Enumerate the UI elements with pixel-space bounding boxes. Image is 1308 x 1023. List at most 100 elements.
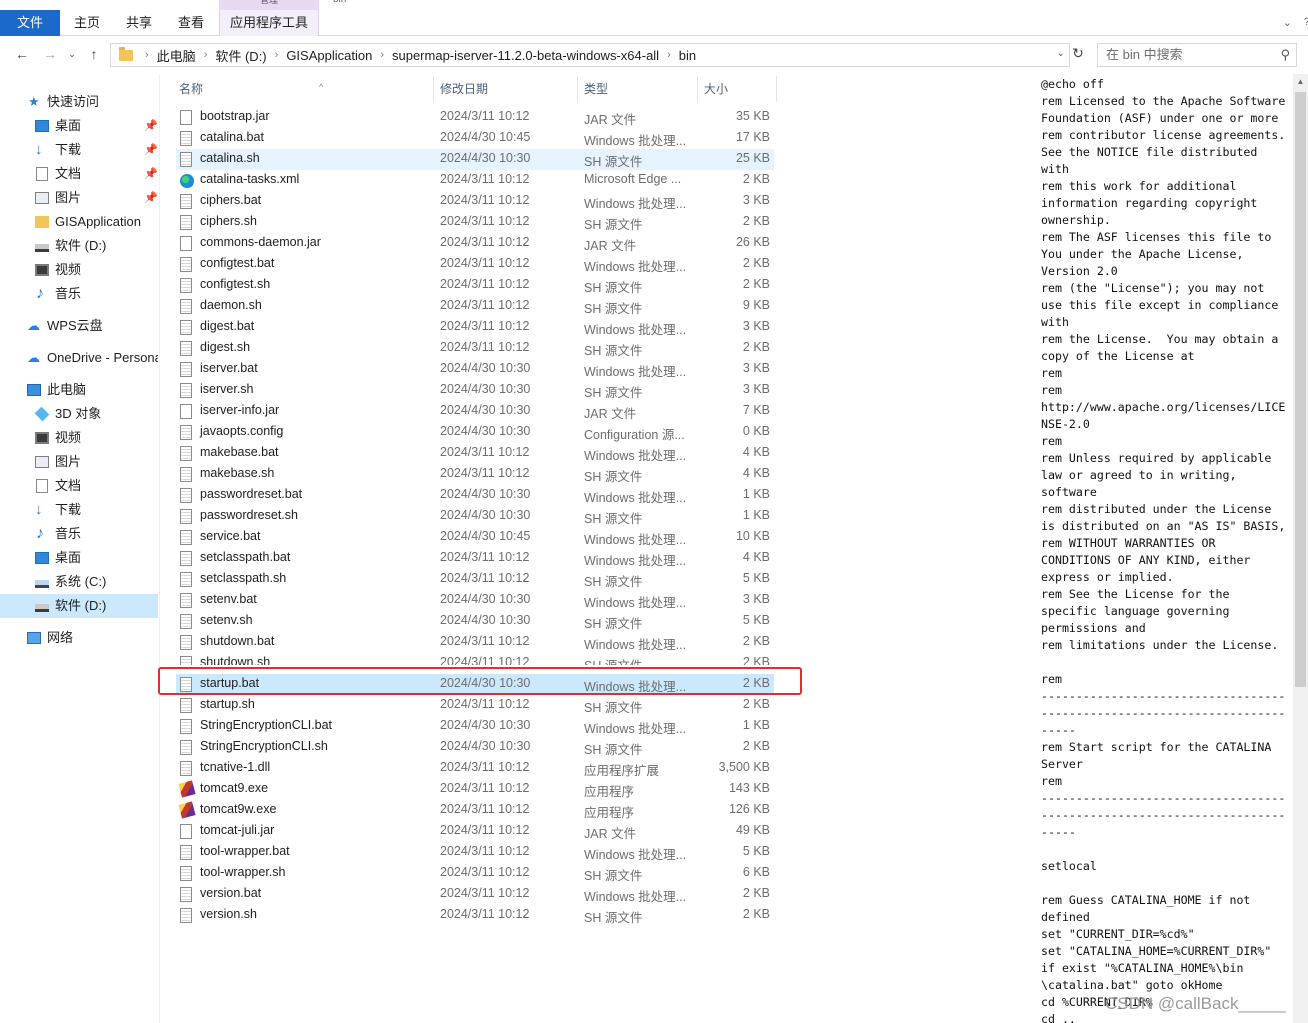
sidebar-item-music-pc[interactable]: ♪ 音乐 bbox=[0, 522, 158, 546]
file-row[interactable]: version.bat 2024/3/11 10:12 Windows 批处理...… bbox=[176, 884, 774, 905]
breadcrumb-this-pc[interactable]: 此电脑 bbox=[151, 46, 202, 65]
file-row[interactable]: daemon.sh 2024/3/11 10:12 SH 源文件 9 KB bbox=[176, 296, 774, 317]
recent-locations-icon[interactable]: ⌄ bbox=[62, 44, 82, 64]
help-icon[interactable]: ? bbox=[1304, 16, 1308, 28]
chevron-right-icon[interactable]: › bbox=[202, 49, 210, 61]
column-divider[interactable] bbox=[697, 76, 698, 102]
sidebar-item-music[interactable]: ♪ 音乐 bbox=[0, 282, 158, 306]
sidebar-item-documents-pc[interactable]: 文档 bbox=[0, 474, 158, 498]
sidebar-item-this-pc[interactable]: 此电脑 bbox=[0, 378, 158, 402]
tab-file[interactable]: 文件 bbox=[0, 10, 60, 36]
chevron-right-icon[interactable]: › bbox=[273, 49, 281, 61]
column-header-type[interactable]: 类型 bbox=[584, 76, 694, 102]
sidebar-item-wps-cloud[interactable]: ☁ WPS云盘 bbox=[0, 314, 158, 338]
file-row[interactable]: ciphers.sh 2024/3/11 10:12 SH 源文件 2 KB bbox=[176, 212, 774, 233]
file-row[interactable]: tool-wrapper.sh 2024/3/11 10:12 SH 源文件 6 KB bbox=[176, 863, 774, 884]
tab-view[interactable]: 查看 bbox=[166, 10, 216, 36]
chevron-down-icon[interactable]: ⌄ bbox=[1057, 48, 1065, 59]
file-row[interactable]: StringEncryptionCLI.bat 2024/4/30 10:30 Wi… bbox=[176, 716, 774, 737]
column-header-name[interactable]: 名称 ^ bbox=[179, 76, 431, 102]
sidebar-item-network[interactable]: 网络 bbox=[0, 626, 158, 650]
search-input[interactable]: 在 bin 中搜索 ⚲ bbox=[1097, 43, 1297, 67]
chevron-right-icon[interactable]: › bbox=[378, 49, 386, 61]
sidebar-item-downloads[interactable]: ↓ 下载 📌 bbox=[0, 138, 158, 162]
sidebar-item-gisapplication[interactable]: GISApplication bbox=[0, 210, 158, 234]
up-arrow-icon[interactable]: ↑ bbox=[84, 44, 104, 64]
file-row[interactable]: digest.sh 2024/3/11 10:12 SH 源文件 2 KB bbox=[176, 338, 774, 359]
file-row[interactable]: makebase.sh 2024/3/11 10:12 SH 源文件 4 KB bbox=[176, 464, 774, 485]
breadcrumb-drive-d[interactable]: 软件 (D:) bbox=[209, 46, 272, 65]
file-row[interactable]: iserver.sh 2024/4/30 10:30 SH 源文件 3 KB bbox=[176, 380, 774, 401]
sidebar-item-pictures-pc[interactable]: 图片 bbox=[0, 450, 158, 474]
file-row[interactable]: shutdown.bat 2024/3/11 10:12 Windows 批处理..… bbox=[176, 632, 774, 653]
file-row[interactable]: version.sh 2024/3/11 10:12 SH 源文件 2 KB bbox=[176, 905, 774, 926]
file-row[interactable]: iserver.bat 2024/4/30 10:30 Windows 批处理...… bbox=[176, 359, 774, 380]
breadcrumb-gisapplication[interactable]: GISApplication bbox=[280, 48, 378, 63]
file-row[interactable]: passwordreset.bat 2024/4/30 10:30 Windows … bbox=[176, 485, 774, 506]
tab-home[interactable]: 主页 bbox=[62, 10, 112, 36]
breadcrumb-supermap-iserver[interactable]: supermap-iserver-11.2.0-beta-windows-x64… bbox=[386, 48, 665, 63]
file-row[interactable]: configtest.sh 2024/3/11 10:12 SH 源文件 2 KB bbox=[176, 275, 774, 296]
column-divider[interactable] bbox=[776, 76, 777, 102]
file-row[interactable]: commons-daemon.jar 2024/3/11 10:12 JAR 文件 2… bbox=[176, 233, 774, 254]
sidebar-item-videos[interactable]: 视频 bbox=[0, 258, 158, 282]
sidebar-item-3d-objects[interactable]: 3D 对象 bbox=[0, 402, 158, 426]
sidebar-item-drive-c[interactable]: 系统 (C:) bbox=[0, 570, 158, 594]
file-row[interactable]: startup.sh 2024/3/11 10:12 SH 源文件 2 KB bbox=[176, 695, 774, 716]
sidebar-item-videos-pc[interactable]: 视频 bbox=[0, 426, 158, 450]
sidebar-item-desktop[interactable]: 桌面 📌 bbox=[0, 114, 158, 138]
search-icon[interactable]: ⚲ bbox=[1280, 44, 1290, 66]
column-divider[interactable] bbox=[433, 76, 434, 102]
file-row[interactable]: service.bat 2024/4/30 10:45 Windows 批处理...… bbox=[176, 527, 774, 548]
address-bar[interactable]: › 此电脑 › 软件 (D:) › GISApplication › super… bbox=[110, 43, 1070, 67]
file-row[interactable]: digest.bat 2024/3/11 10:12 Windows 批处理... 3… bbox=[176, 317, 774, 338]
file-row[interactable]: setenv.bat 2024/4/30 10:30 Windows 批处理... 3… bbox=[176, 590, 774, 611]
file-row[interactable]: tomcat9.exe 2024/3/11 10:12 应用程序 143 KB bbox=[176, 779, 774, 800]
file-row[interactable]: shutdown.sh 2024/3/11 10:12 SH 源文件 2 KB bbox=[176, 653, 774, 665]
chevron-right-icon[interactable]: › bbox=[143, 49, 151, 61]
preview-scrollbar[interactable]: ▲ bbox=[1293, 74, 1308, 1023]
file-row[interactable]: startup.bat 2024/4/30 10:30 Windows 批处理...… bbox=[176, 674, 774, 695]
sidebar-item-documents[interactable]: 文档 📌 bbox=[0, 162, 158, 186]
scroll-up-arrow-icon[interactable]: ▲ bbox=[1293, 74, 1308, 90]
scrollbar-thumb[interactable] bbox=[1295, 92, 1306, 687]
file-row[interactable]: setclasspath.sh 2024/3/11 10:12 SH 源文件 5 KB bbox=[176, 569, 774, 590]
preview-text-line: ----------------------------------- bbox=[1041, 706, 1286, 720]
sidebar-item-quick-access[interactable]: ★ 快速访问 bbox=[0, 90, 158, 114]
forward-arrow-icon[interactable]: → bbox=[40, 44, 60, 64]
file-row[interactable]: catalina.bat 2024/4/30 10:45 Windows 批处理..… bbox=[176, 128, 774, 149]
refresh-icon[interactable]: ↻ bbox=[1068, 45, 1088, 65]
tab-application-tools[interactable]: 应用程序工具 bbox=[219, 10, 319, 36]
tab-share[interactable]: 共享 bbox=[114, 10, 164, 36]
file-row[interactable]: tool-wrapper.bat 2024/3/11 10:12 Windows 批… bbox=[176, 842, 774, 863]
column-header-size[interactable]: 大小 bbox=[704, 76, 774, 102]
file-row[interactable]: configtest.bat 2024/3/11 10:12 Windows 批处理… bbox=[176, 254, 774, 275]
file-row[interactable]: iserver-info.jar 2024/4/30 10:30 JAR 文件 7 K… bbox=[176, 401, 774, 422]
file-row[interactable]: makebase.bat 2024/3/11 10:12 Windows 批处理..… bbox=[176, 443, 774, 464]
file-row[interactable]: bootstrap.jar 2024/3/11 10:12 JAR 文件 35 KB bbox=[176, 107, 774, 128]
file-row[interactable]: catalina-tasks.xml 2024/3/11 10:12 Microso… bbox=[176, 170, 774, 191]
column-divider[interactable] bbox=[577, 76, 578, 102]
column-header-date[interactable]: 修改日期 bbox=[440, 76, 576, 102]
file-row[interactable]: tomcat9w.exe 2024/3/11 10:12 应用程序 126 KB bbox=[176, 800, 774, 821]
sidebar-item-drive-d[interactable]: 软件 (D:) bbox=[0, 234, 158, 258]
breadcrumb-bin[interactable]: bin bbox=[673, 48, 702, 63]
file-row[interactable]: passwordreset.sh 2024/4/30 10:30 SH 源文件 1 K… bbox=[176, 506, 774, 527]
file-row[interactable]: ciphers.bat 2024/3/11 10:12 Windows 批处理...… bbox=[176, 191, 774, 212]
file-row[interactable]: catalina.sh 2024/4/30 10:30 SH 源文件 25 KB bbox=[176, 149, 774, 170]
chevron-right-icon[interactable]: › bbox=[665, 49, 673, 61]
file-row[interactable]: setclasspath.bat 2024/3/11 10:12 Windows 批… bbox=[176, 548, 774, 569]
ribbon-expand-icon[interactable]: ⌄ bbox=[1283, 16, 1292, 29]
file-row[interactable]: javaopts.config 2024/4/30 10:30 Configurat… bbox=[176, 422, 774, 443]
file-row[interactable]: StringEncryptionCLI.sh 2024/4/30 10:30 SH … bbox=[176, 737, 774, 758]
sidebar-item-pictures[interactable]: 图片 📌 bbox=[0, 186, 158, 210]
file-row[interactable]: setenv.sh 2024/4/30 10:30 SH 源文件 5 KB bbox=[176, 611, 774, 632]
back-arrow-icon[interactable]: ← bbox=[12, 44, 32, 64]
sidebar-item-onedrive[interactable]: ☁ OneDrive - Persona bbox=[0, 346, 158, 370]
sidebar-item-drive-d-pc[interactable]: 软件 (D:) bbox=[0, 594, 158, 618]
file-row[interactable]: tomcat-juli.jar 2024/3/11 10:12 JAR 文件 49 K… bbox=[176, 821, 774, 842]
preview-pane[interactable]: @echo off rem Licensed to the Apache Soft… bbox=[1030, 74, 1292, 1023]
sidebar-item-desktop-pc[interactable]: 桌面 bbox=[0, 546, 158, 570]
sidebar-item-downloads-pc[interactable]: ↓ 下载 bbox=[0, 498, 158, 522]
file-row[interactable]: tcnative-1.dll 2024/3/11 10:12 应用程序扩展 3,500… bbox=[176, 758, 774, 779]
